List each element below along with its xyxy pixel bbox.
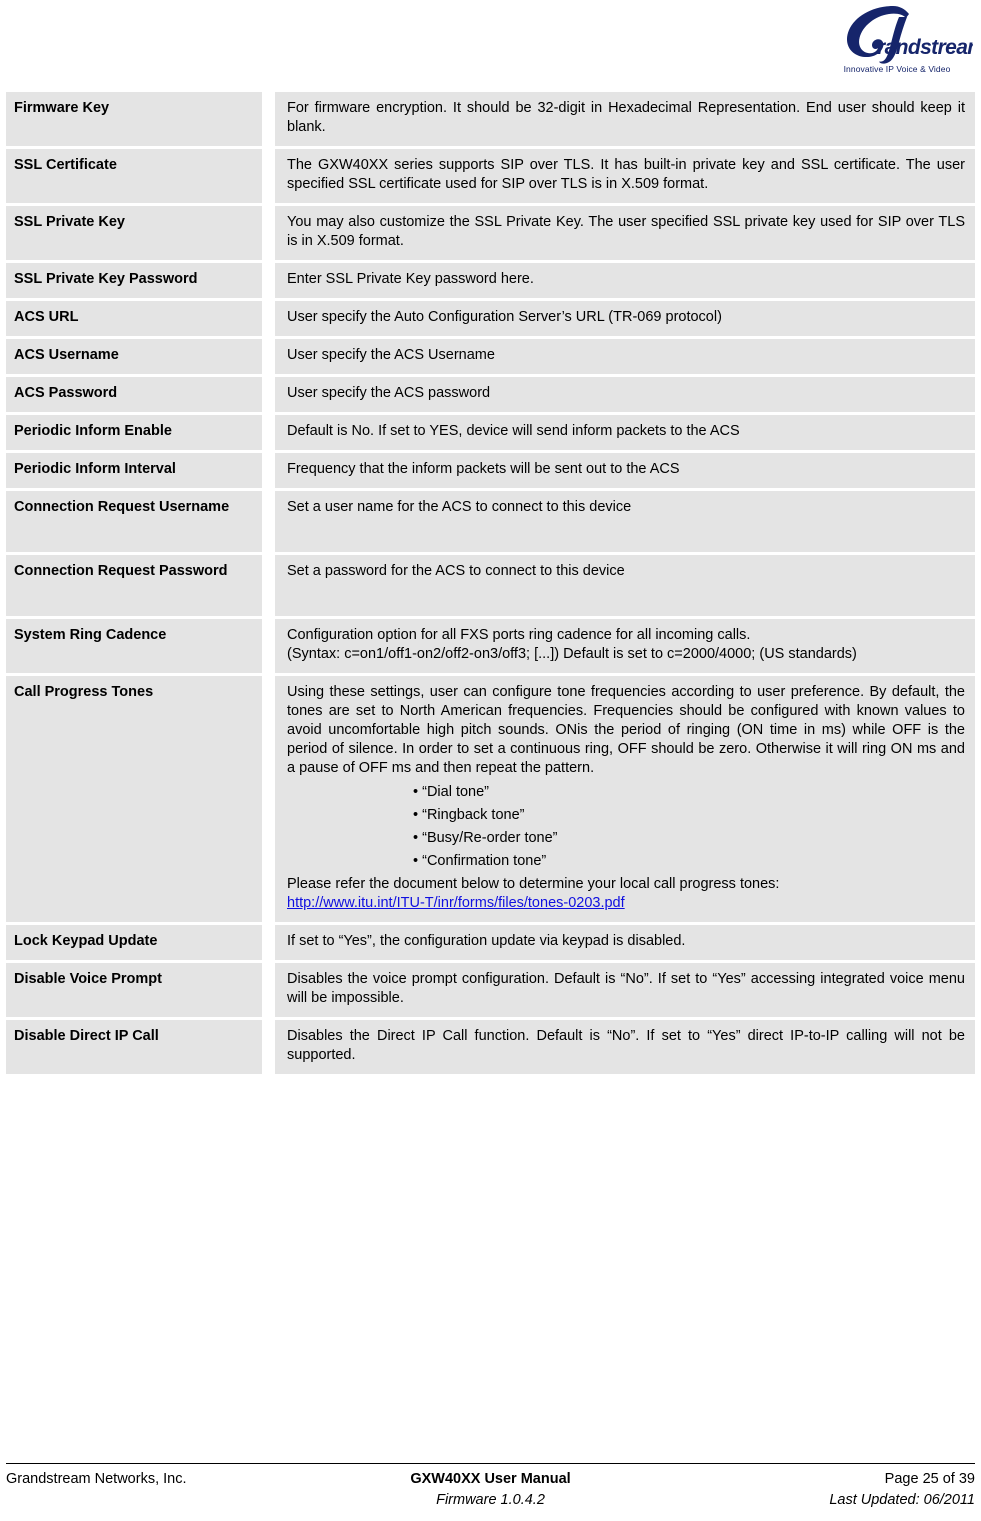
setting-description-cell: Disables the voice prompt configuration.… [275, 960, 975, 1017]
itu-tones-document-link[interactable]: http://www.itu.int/ITU-T/inr/forms/files… [287, 895, 625, 911]
table-row: Disable Direct IP Call Disables the Direc… [6, 1017, 975, 1074]
setting-name-cell: Disable Direct IP Call [6, 1017, 275, 1074]
setting-description-cell: Using these settings, user can configure… [275, 673, 975, 922]
table-row: ACS Username User specify the ACS Usernam… [6, 336, 975, 374]
description-paragraph: Disables the voice prompt configuration.… [287, 971, 965, 1006]
setting-name-cell: SSL Private Key Password [6, 260, 275, 298]
setting-name-cell: Firmware Key [6, 92, 275, 146]
table-row: SSL Private Key Password Enter SSL Privat… [6, 260, 975, 298]
footer-document-title: GXW40XX User Manual Firmware 1.0.4.2 [326, 1469, 655, 1511]
setting-description-cell: Enter SSL Private Key password here. [275, 260, 975, 298]
setting-description-cell: Frequency that the inform packets will b… [275, 450, 975, 488]
setting-description-cell: You may also customize the SSL Private K… [275, 203, 975, 260]
list-item: “Dial tone” [287, 781, 965, 804]
reference-link-paragraph: http://www.itu.int/ITU-T/inr/forms/files… [287, 894, 965, 913]
setting-name-cell: ACS Username [6, 336, 275, 374]
description-paragraph: Please refer the document below to deter… [287, 876, 780, 892]
table-row: System Ring Cadence Configuration option … [6, 616, 975, 673]
svg-text:randstream: randstream [877, 36, 973, 59]
grandstream-logo-icon: randstream [821, 4, 973, 66]
footer-last-updated: Last Updated: 06/2011 [829, 1492, 975, 1508]
setting-name-cell: Connection Request Username [6, 488, 275, 552]
description-paragraph: User specify the ACS Username [287, 347, 495, 363]
setting-description-cell: Configuration option for all FXS ports r… [275, 616, 975, 673]
tone-bullet-list: “Dial tone”“Ringback tone”“Busy/Re-order… [287, 781, 965, 873]
setting-name-cell: ACS Password [6, 374, 275, 412]
footer-page-number: Page 25 of 39 [884, 1471, 975, 1487]
setting-description-cell: If set to “Yes”, the configuration updat… [275, 922, 975, 960]
setting-name-cell: Disable Voice Prompt [6, 960, 275, 1017]
table-body: Firmware Key For firmware encryption. It … [6, 92, 975, 1074]
setting-description-cell: User specify the ACS Username [275, 336, 975, 374]
cell-spacer [287, 517, 965, 543]
footer-manual-name: GXW40XX User Manual [410, 1471, 571, 1487]
description-paragraph: If set to “Yes”, the configuration updat… [287, 933, 686, 949]
setting-name-cell: Periodic Inform Interval [6, 450, 275, 488]
setting-description-cell: Disables the Direct IP Call function. De… [275, 1017, 975, 1074]
page-footer: Grandstream Networks, Inc. GXW40XX User … [6, 1463, 975, 1511]
table-row: Firmware Key For firmware encryption. It … [6, 92, 975, 146]
setting-name-cell: Lock Keypad Update [6, 922, 275, 960]
table-row: SSL Private Key You may also customize th… [6, 203, 975, 260]
list-item: “Busy/Re-order tone” [287, 827, 965, 850]
settings-description-table: Firmware Key For firmware encryption. It … [6, 92, 975, 1074]
table-row: ACS URL User specify the Auto Configurati… [6, 298, 975, 336]
footer-firmware-version: Firmware 1.0.4.2 [436, 1492, 545, 1508]
table-row: Periodic Inform Interval Frequency that t… [6, 450, 975, 488]
footer-page-info: Page 25 of 39 Last Updated: 06/2011 [655, 1469, 975, 1511]
description-paragraph: Configuration option for all FXS ports r… [287, 627, 751, 643]
setting-name-cell: Connection Request Password [6, 552, 275, 616]
description-paragraph: Default is No. If set to YES, device wil… [287, 423, 740, 439]
description-paragraph: The GXW40XX series supports SIP over TLS… [287, 157, 965, 192]
page-header: randstream Innovative IP Voice & Video [0, 0, 981, 92]
setting-description-cell: Default is No. If set to YES, device wil… [275, 412, 975, 450]
table-row: Lock Keypad Update If set to “Yes”, the c… [6, 922, 975, 960]
setting-name-cell: System Ring Cadence [6, 616, 275, 673]
description-paragraph: Set a password for the ACS to connect to… [287, 563, 625, 579]
list-item: “Confirmation tone” [287, 850, 965, 873]
table-row: Connection Request Username Set a user na… [6, 488, 975, 552]
description-paragraph: Enter SSL Private Key password here. [287, 271, 534, 287]
setting-name-cell: SSL Private Key [6, 203, 275, 260]
cell-spacer [287, 581, 965, 607]
table-row: Connection Request Password Set a passwor… [6, 552, 975, 616]
table-row: ACS Password User specify the ACS passwor… [6, 374, 975, 412]
description-paragraph: Disables the Direct IP Call function. De… [287, 1028, 965, 1063]
setting-description-cell: For firmware encryption. It should be 32… [275, 92, 975, 146]
description-paragraph: User specify the Auto Configuration Serv… [287, 309, 722, 325]
setting-description-cell: User specify the Auto Configuration Serv… [275, 298, 975, 336]
description-paragraph: User specify the ACS password [287, 385, 491, 401]
table-row: Periodic Inform Enable Default is No. If … [6, 412, 975, 450]
description-paragraph: For firmware encryption. It should be 32… [287, 100, 965, 135]
description-paragraph: Set a user name for the ACS to connect t… [287, 499, 632, 515]
table-row: Call Progress Tones Using these settings,… [6, 673, 975, 922]
setting-description-cell: Set a user name for the ACS to connect t… [275, 488, 975, 552]
table-row: Disable Voice Prompt Disables the voice p… [6, 960, 975, 1017]
footer-company: Grandstream Networks, Inc. [6, 1471, 187, 1487]
setting-name-cell: SSL Certificate [6, 146, 275, 203]
description-paragraph: (Syntax: c=on1/off1-on2/off2-on3/off3; [… [287, 646, 857, 662]
description-paragraph: Using these settings, user can configure… [287, 684, 965, 776]
table-row: SSL Certificate The GXW40XX series suppor… [6, 146, 975, 203]
setting-description-cell: The GXW40XX series supports SIP over TLS… [275, 146, 975, 203]
grandstream-logo: randstream Innovative IP Voice & Video [821, 4, 973, 86]
setting-description-cell: Set a password for the ACS to connect to… [275, 552, 975, 616]
description-paragraph: You may also customize the SSL Private K… [287, 214, 965, 249]
setting-description-cell: User specify the ACS password [275, 374, 975, 412]
list-item: “Ringback tone” [287, 804, 965, 827]
description-paragraph: Frequency that the inform packets will b… [287, 461, 680, 477]
setting-name-cell: ACS URL [6, 298, 275, 336]
setting-name-cell: Call Progress Tones [6, 673, 275, 922]
setting-name-cell: Periodic Inform Enable [6, 412, 275, 450]
